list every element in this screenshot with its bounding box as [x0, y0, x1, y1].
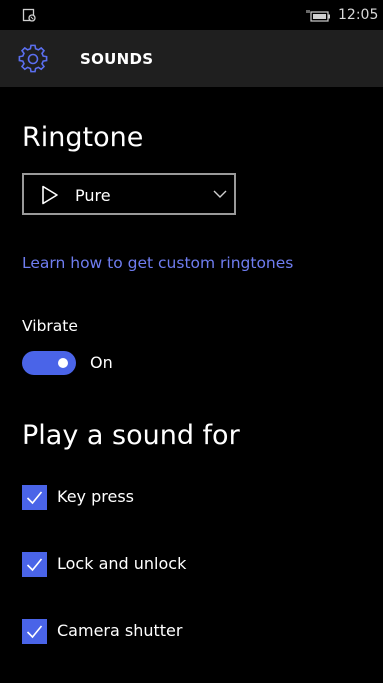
battery-charging-icon	[306, 10, 330, 22]
page-header: SOUNDS	[0, 30, 383, 87]
notification-icon	[22, 8, 36, 22]
camera-shutter-option[interactable]: Camera shutter	[22, 619, 322, 645]
checkmark-icon	[26, 558, 43, 572]
ringtone-heading: Ringtone	[22, 122, 144, 153]
chevron-down-icon	[213, 190, 227, 198]
key-press-checkbox[interactable]	[22, 485, 47, 510]
checkmark-icon	[26, 625, 43, 639]
ringtone-selected-value: Pure	[75, 186, 111, 205]
lock-unlock-option[interactable]: Lock and unlock	[22, 552, 322, 578]
toggle-knob	[58, 358, 68, 368]
lock-unlock-checkbox[interactable]	[22, 552, 47, 577]
lock-unlock-label: Lock and unlock	[57, 554, 187, 573]
key-press-label: Key press	[57, 487, 134, 506]
custom-ringtones-link[interactable]: Learn how to get custom ringtones	[22, 254, 293, 272]
status-time: 12:05	[338, 7, 379, 23]
gear-icon	[18, 44, 48, 73]
checkmark-icon	[26, 491, 43, 505]
play-icon[interactable]	[41, 185, 59, 205]
vibrate-state-label: On	[90, 353, 113, 372]
play-sound-heading: Play a sound for	[22, 420, 240, 451]
vibrate-label: Vibrate	[22, 317, 78, 335]
status-bar: 12:05	[0, 0, 383, 30]
camera-shutter-label: Camera shutter	[57, 621, 183, 640]
key-press-option[interactable]: Key press	[22, 485, 322, 511]
vibrate-toggle[interactable]	[22, 351, 76, 375]
camera-shutter-checkbox[interactable]	[22, 619, 47, 644]
page-title: SOUNDS	[80, 50, 154, 68]
ringtone-dropdown[interactable]: Pure	[22, 173, 236, 215]
